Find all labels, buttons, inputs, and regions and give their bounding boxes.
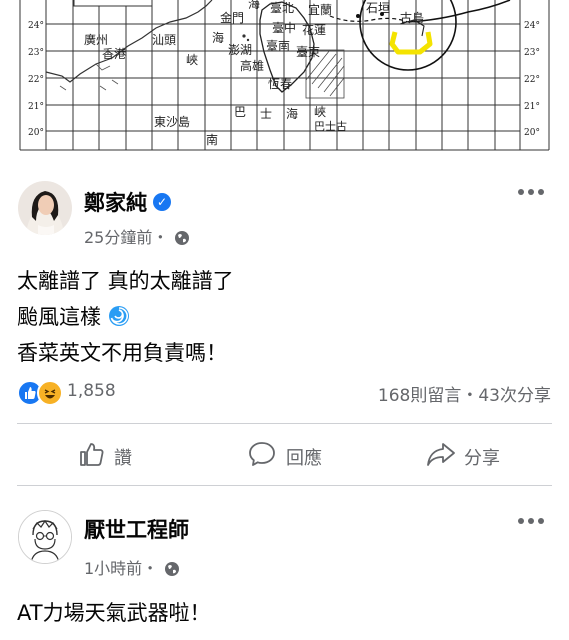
avatar-drawing: [19, 511, 71, 563]
globe-icon: [165, 561, 180, 576]
more-dots-icon[interactable]: [518, 516, 548, 526]
author-name-text[interactable]: 厭世工程師: [84, 518, 189, 542]
timestamp-text[interactable]: 1小時前・: [84, 559, 158, 578]
post-text-line-1: AT力場天氣武器啦！: [17, 601, 211, 625]
avatar[interactable]: [18, 510, 72, 564]
post-timestamp[interactable]: 1小時前・: [84, 555, 180, 579]
author-name[interactable]: 厭世工程師: [84, 514, 189, 544]
post-card-2: 厭世工程師 1小時前・ AT力場天氣武器啦！: [0, 0, 569, 640]
